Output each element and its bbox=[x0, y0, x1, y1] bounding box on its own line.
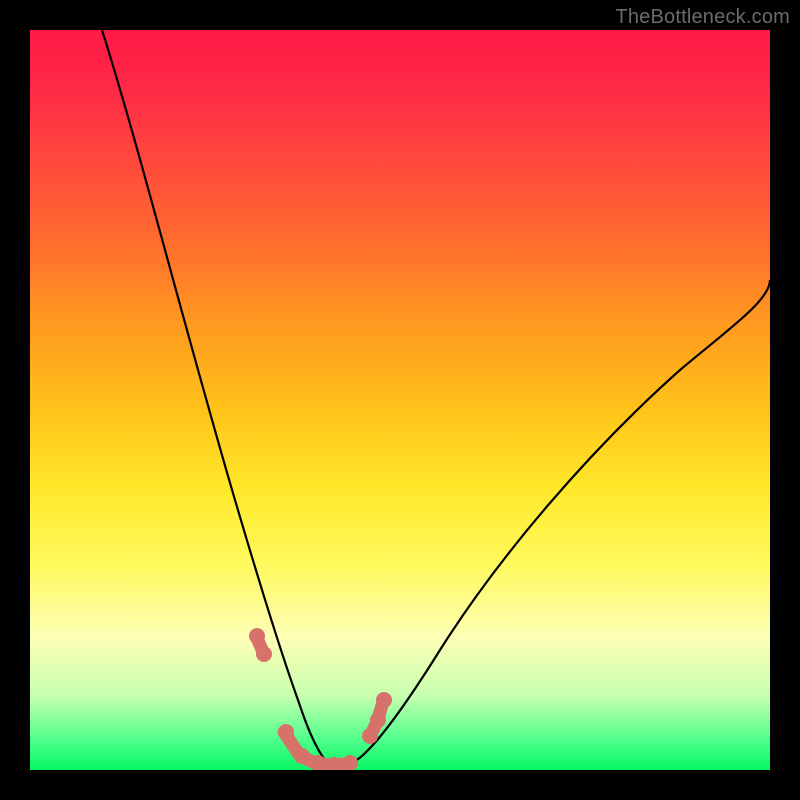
highlight-dot bbox=[342, 755, 358, 770]
highlight-dot bbox=[278, 724, 294, 740]
highlight-segment bbox=[257, 638, 383, 765]
watermark-text: TheBottleneck.com bbox=[615, 6, 790, 29]
highlight-dot bbox=[362, 728, 378, 744]
highlight-dot bbox=[256, 646, 272, 662]
highlight-dot bbox=[294, 748, 310, 764]
highlight-dot bbox=[376, 692, 392, 708]
curve-layer bbox=[30, 30, 770, 770]
highlight-dot bbox=[249, 628, 265, 644]
highlight-dot bbox=[370, 712, 386, 728]
chart-frame: TheBottleneck.com bbox=[0, 0, 800, 800]
bottleneck-curve bbox=[102, 30, 770, 765]
plot-area bbox=[30, 30, 770, 770]
